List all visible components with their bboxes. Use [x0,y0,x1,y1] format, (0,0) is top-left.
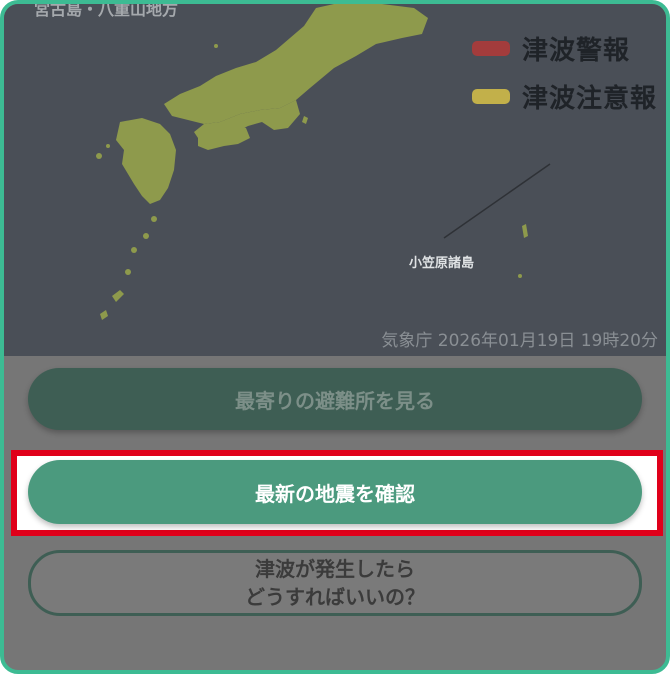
region-label: 宮古島・八重山地方 [34,0,179,19]
warning-swatch [472,40,510,56]
legend-item-warning: 津波警報 [472,24,657,72]
island-dot [131,247,137,253]
advisory-swatch [472,88,510,104]
okinawa-island [112,290,124,302]
island-dot [96,153,102,159]
legend-label-warning: 津波警報 [522,35,631,66]
island-dot [518,274,522,278]
app-frame: 宮古島・八重山地方 津波警報 津波注意報 小笠原諸島 気象庁 2026年01月1… [0,0,670,674]
island-dot [143,233,149,239]
island-dot [214,44,218,48]
inset-divider [443,163,551,239]
kyushu-landmass [116,118,176,204]
nearest-shelter-button[interactable]: 最寄りの避難所を見る [28,368,642,430]
tsunami-guide-button[interactable]: 津波が発生したら どうすればいいの？ [28,550,642,616]
source-timestamp: 気象庁 2026年01月19日 19時20分 [381,331,658,351]
izu-islands [302,116,308,124]
shikoku-landmass [198,124,250,150]
ogasawara-island [522,224,528,238]
island-dot [151,216,157,222]
legend-item-advisory: 津波注意報 [472,72,657,120]
okinawa-island [100,310,108,320]
guide-line-2: どうすればいいの？ [245,585,425,609]
island-label-ogasawara: 小笠原諸島 [409,256,475,271]
island-dot [125,269,131,275]
island-dot [106,144,110,148]
map-legend: 津波警報 津波注意報 [472,24,657,120]
latest-earthquake-button[interactable]: 最新の地震を確認 [28,460,642,524]
legend-label-advisory: 津波注意報 [522,83,658,114]
tsunami-map[interactable]: 宮古島・八重山地方 津波警報 津波注意報 小笠原諸島 気象庁 2026年01月1… [4,4,666,356]
guide-line-1: 津波が発生したら [255,557,415,581]
